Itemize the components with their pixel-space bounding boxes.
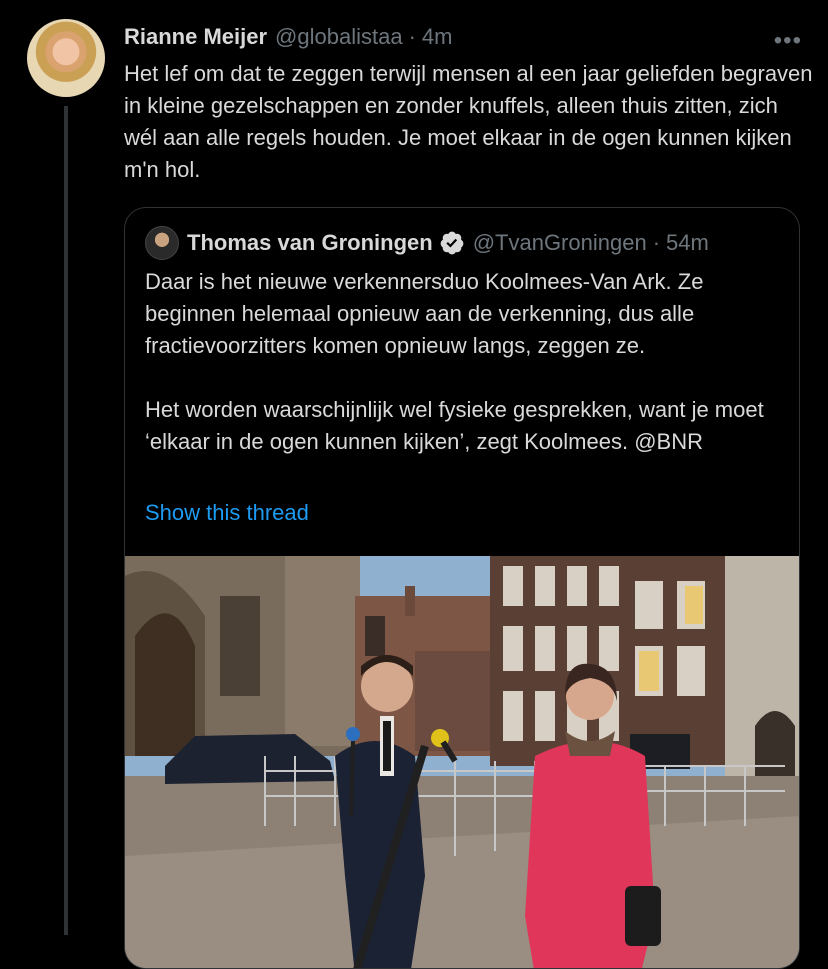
quoted-author-handle: @TvanGroningen [472, 230, 647, 255]
quoted-tweet-header: Thomas van Groningen @TvanGroningen · 54… [145, 226, 709, 260]
separator-dot: · [408, 24, 416, 49]
tweet-header: Rianne Meijer @globalistaa · 4m ••• [124, 21, 802, 55]
author-avatar[interactable] [27, 19, 105, 97]
verified-badge-icon [440, 231, 464, 255]
show-thread-link[interactable]: Show this thread [145, 500, 309, 526]
author-name[interactable]: Rianne Meijer [124, 24, 267, 50]
thread-connector-line [64, 106, 68, 935]
tweet-timestamp[interactable]: 4m [422, 24, 453, 50]
quoted-tweet-timestamp: 54m [666, 230, 709, 255]
author-handle[interactable]: @globalistaa [275, 24, 403, 50]
quoted-tweet-text: Daar is het nieuwe verkennersduo Koolmee… [145, 269, 764, 454]
separator-dot: · [652, 230, 661, 255]
quoted-tweet[interactable]: Thomas van Groningen @TvanGroningen · 54… [124, 207, 800, 969]
quoted-author-name: Thomas van Groningen [187, 230, 433, 255]
quoted-tweet-photo[interactable] [125, 556, 799, 968]
tweet-text: Het lef om dat te zeggen terwijl mensen … [124, 61, 813, 182]
quoted-author-avatar [145, 226, 179, 260]
press-scene-photo [125, 556, 799, 968]
more-horizontal-icon[interactable]: ••• [774, 27, 802, 55]
